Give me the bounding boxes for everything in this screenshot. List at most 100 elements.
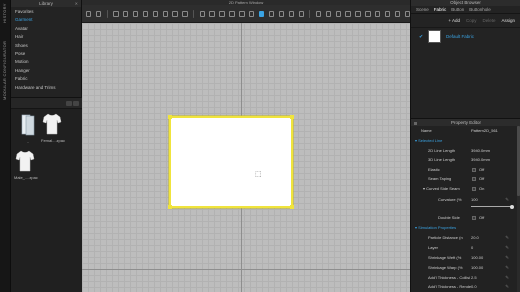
edit-sewing-icon[interactable] [258,10,265,17]
object-browser-actions: + Add Copy Delete Assign [411,14,520,28]
slider-knob[interactable] [509,204,514,209]
measure-tool-icon[interactable] [229,10,235,17]
section-label: ▾ Simulation Properties [415,225,457,230]
library-item-hardware-trims[interactable]: Hardware and Trims [15,84,81,92]
corner-handle[interactable] [290,205,294,209]
edit-pencil-icon[interactable]: ✎ [505,265,509,271]
name-field[interactable]: Pattern2D_561 [471,128,498,133]
tab-scene[interactable]: Scene [416,7,429,12]
settings-tool-icon[interactable] [394,10,401,17]
asset-folder-up[interactable]: .. [17,114,39,144]
internal-polygon-icon[interactable] [142,10,149,17]
list-view-icon[interactable] [73,101,79,106]
prop-value[interactable]: 2.5 [471,275,477,280]
piping-tool-icon[interactable] [355,10,361,17]
section-selected-line[interactable]: ▾ Selected Line [411,137,520,146]
prop-label: Layer [428,245,439,250]
double-side-checkbox[interactable] [472,215,476,220]
prop-label: Curvature (% [438,197,462,202]
right-panel: Object Browser Scene Fabric Button Butto… [410,0,520,292]
prop-value[interactable]: 0 [471,245,473,250]
prop-value[interactable]: 20.0 [471,235,479,240]
copy-button[interactable]: Copy [466,18,477,23]
library-item-hanger[interactable]: Hanger [15,67,81,75]
library-item-avatar[interactable]: Avatar [15,25,81,33]
prop-value[interactable]: 100.00 [471,255,483,260]
transform-tool-icon[interactable] [86,10,92,17]
edit-pencil-icon[interactable]: ✎ [505,245,509,251]
curvature-value[interactable]: 100 [471,197,478,202]
assign-button[interactable]: Assign [501,18,515,23]
annotation-tool-icon[interactable] [375,10,381,17]
topstitch-tool-icon[interactable] [345,10,351,17]
tab-fabric[interactable]: Fabric [434,7,447,12]
tack-tool-icon[interactable] [268,10,275,17]
edit-pencil-icon[interactable]: ✎ [505,235,509,241]
prop-value[interactable]: 100.00 [471,265,483,270]
buttonhole-tool-icon[interactable] [325,10,332,17]
edit-pencil-icon[interactable]: ✎ [505,197,509,203]
pattern-canvas[interactable]: ⬚ [82,23,410,292]
edit-pencil-icon[interactable]: ✎ [505,275,509,281]
circle-tool-icon[interactable] [132,10,139,17]
add-button[interactable]: + Add [448,18,460,23]
button-tool-icon[interactable] [315,10,322,17]
close-icon[interactable]: ✕ [75,1,78,6]
property-editor: Property Editor Name Pattern2D_561 ▾ Sel… [411,118,520,292]
prop-label: ▾ Curved Side Seam [423,186,460,191]
prop-label: Particle Distance (n [428,235,463,240]
library-item-hair[interactable]: Hair [15,33,81,41]
tab-modular-configurator[interactable]: MODULAR CONFIGURATOR [2,30,7,100]
library-item-shoes[interactable]: Shoes [15,42,81,50]
corner-handle[interactable] [168,205,172,209]
prop-value[interactable]: 0.0 [471,284,477,289]
collapse-icon[interactable] [414,122,417,125]
prop-label: Shrinkage Warp (% [428,265,463,270]
seam-taping-checkbox[interactable] [472,176,476,181]
corner-handle[interactable] [290,115,294,119]
corner-handle[interactable] [168,115,172,119]
rectangle-tool-icon[interactable] [123,10,129,17]
prop-row-2d-length: 2D Line Length 3940.0mm [411,147,520,156]
texture-tool-icon[interactable] [288,10,294,17]
zipper-tool-icon[interactable] [335,10,341,17]
segment-sewing-icon[interactable] [239,10,245,17]
trace-tool-icon[interactable] [182,10,188,17]
library-item-pose[interactable]: Pose [15,50,81,58]
selected-pattern-piece[interactable]: ⬚ [168,115,294,209]
curved-side-seam-checkbox[interactable] [472,186,476,191]
curvature-slider[interactable] [471,204,514,209]
internal-rectangle-icon[interactable] [152,10,159,17]
section-simulation-properties[interactable]: ▾ Simulation Properties [411,224,520,233]
library-item-garment[interactable]: Garment [15,16,81,24]
fold-tool-icon[interactable] [199,10,205,17]
tab-buttonhole[interactable]: Buttonhole [469,7,491,12]
fabric-list-item[interactable]: ✔ Default Fabric [411,28,520,45]
edit-pencil-icon[interactable]: ✎ [505,284,509,290]
asset-male-zpac[interactable]: Male_....zpac [14,150,38,180]
library-item-motion[interactable]: Motion [15,58,81,66]
toolbar-divider [106,9,108,18]
tab-history[interactable]: HISTORY [2,3,7,23]
free-sewing-icon[interactable] [249,10,255,17]
grid-view-icon[interactable] [66,101,72,106]
graphic-tool-icon[interactable] [298,10,304,17]
library-item-favorites[interactable]: Favorites [15,8,81,16]
elastic-tool-icon[interactable] [365,10,371,17]
dart-tool-icon[interactable] [172,10,178,17]
pin-tool-icon[interactable] [384,10,391,17]
library-title: Library [39,1,53,6]
offset-tool-icon[interactable] [219,10,225,17]
library-item-fabric[interactable]: Fabric [15,75,81,83]
asset-female-zpac[interactable]: Femal....zpac [41,113,65,143]
edit-point-tool-icon[interactable] [95,10,102,17]
fabric-tool-icon[interactable] [278,10,285,17]
elastic-checkbox[interactable] [472,167,476,172]
prop-label: Name [421,128,432,133]
internal-circle-icon[interactable] [162,10,168,17]
polygon-tool-icon[interactable] [113,10,119,17]
edit-pencil-icon[interactable]: ✎ [505,255,509,261]
baseline-tool-icon[interactable] [209,10,215,17]
delete-button[interactable]: Delete [482,18,495,23]
tab-button[interactable]: Button [451,7,464,12]
